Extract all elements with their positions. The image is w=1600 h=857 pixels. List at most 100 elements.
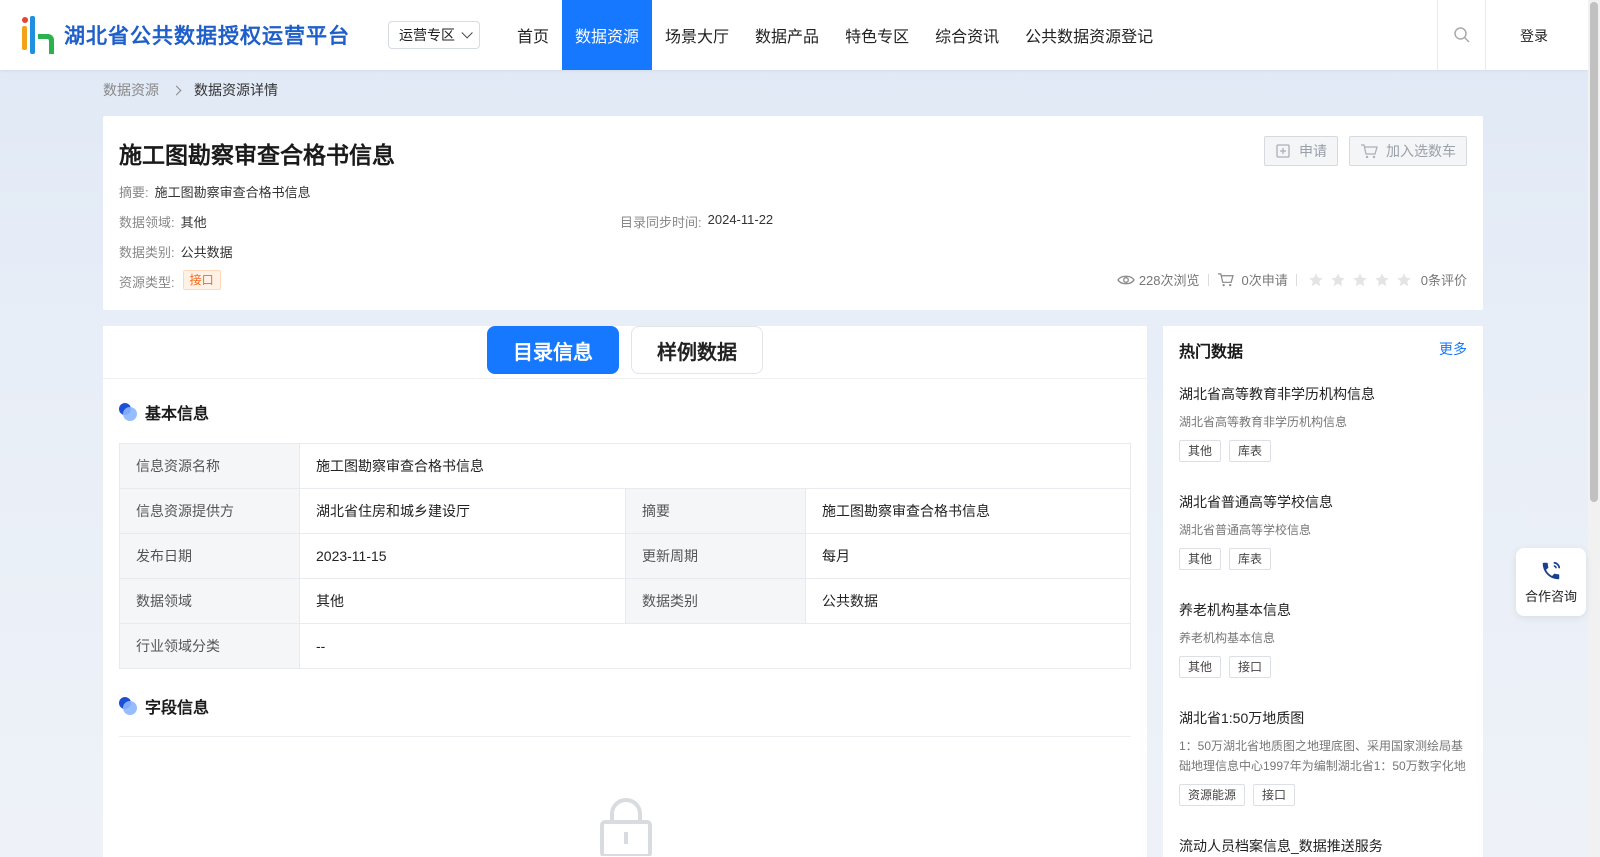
consult-label: 合作咨询 [1524, 588, 1577, 604]
table-key: 信息资源名称 [119, 443, 300, 489]
category-label: 数据类别: [119, 245, 175, 260]
table-key: 摘要 [625, 488, 806, 534]
table-key: 数据领域 [119, 578, 300, 624]
table-value: 2023-11-15 [299, 533, 626, 579]
applies-count: 0次申请 [1241, 273, 1288, 288]
chevron-down-icon [461, 27, 473, 39]
table-row: 发布日期 2023-11-15 更新周期 每月 [119, 533, 1131, 579]
apply-button[interactable]: 申请 [1264, 136, 1338, 166]
list-item[interactable]: 养老机构基本信息 养老机构基本信息 其他 接口 [1179, 600, 1467, 678]
table-value: 公共数据 [805, 578, 1131, 624]
add-to-cart-button[interactable]: 加入选数车 [1349, 136, 1467, 166]
table-row: 数据领域 其他 数据类别 公共数据 [119, 578, 1131, 624]
tag: 资源能源 [1179, 784, 1246, 806]
tag: 库表 [1229, 548, 1272, 570]
tab-sample-data[interactable]: 样例数据 [631, 326, 763, 374]
nav-item-news[interactable]: 综合资讯 [922, 0, 1012, 70]
type-row: 资源类型: 接口 [119, 270, 221, 291]
more-link[interactable]: 更多 [1439, 339, 1467, 359]
page-title: 施工图勘察审查合格书信息 [119, 142, 395, 168]
nav-item-scene-hall[interactable]: 场景大厅 [652, 0, 742, 70]
login-link[interactable]: 登录 [1520, 26, 1548, 46]
breadcrumb-current: 数据资源详情 [194, 82, 278, 98]
tab-bar: 目录信息 样例数据 [103, 326, 1147, 379]
hot-item-desc: 1：50万湖北省地质图之地理底图、采用国家测绘局基础地理信息中心1997年为编制… [1179, 739, 1466, 773]
consult-button[interactable]: 合作咨询 [1516, 548, 1586, 616]
hot-item-name[interactable]: 养老机构基本信息 [1179, 600, 1467, 620]
star-icon[interactable] [1352, 272, 1368, 288]
hot-item-tags: 资源能源 接口 [1179, 784, 1467, 806]
table-value: -- [299, 623, 1131, 669]
scrollbar-thumb[interactable] [1590, 2, 1598, 502]
nav-item-data-resources[interactable]: 数据资源 [562, 0, 653, 70]
summary-label: 摘要: [119, 185, 149, 200]
table-value: 每月 [805, 533, 1131, 579]
tag: 其他 [1179, 656, 1222, 678]
table-row: 行业领域分类 -- [119, 623, 1131, 669]
type-badge: 接口 [182, 270, 221, 290]
hot-item-name[interactable]: 湖北省高等教育非学历机构信息 [1179, 384, 1467, 404]
table-row: 信息资源名称 施工图勘察审查合格书信息 [119, 443, 1131, 489]
table-value: 湖北省住房和城乡建设厅 [299, 488, 626, 534]
star-icon[interactable] [1330, 272, 1346, 288]
breadcrumb: 数据资源 数据资源详情 [103, 80, 278, 100]
table-value: 其他 [299, 578, 626, 624]
sync-time-row: 目录同步时间: 2024-11-22 [620, 212, 773, 231]
hot-item-tags: 其他 库表 [1179, 440, 1467, 462]
list-item[interactable]: 湖北省1:50万地质图 1：50万湖北省地质图之地理底图、采用国家测绘局基础地理… [1179, 708, 1467, 806]
tag: 接口 [1229, 656, 1272, 678]
search-button[interactable] [1437, 0, 1486, 70]
table-key: 更新周期 [625, 533, 806, 579]
page-scrollbar[interactable] [1588, 0, 1600, 857]
nav-item-data-products[interactable]: 数据产品 [742, 0, 832, 70]
field-info-title: 字段信息 [145, 700, 210, 717]
sync-time-label: 目录同步时间: [620, 215, 702, 230]
star-icon[interactable] [1308, 272, 1324, 288]
reviews-count: 0条评价 [1420, 273, 1467, 288]
tag: 其他 [1179, 548, 1222, 570]
nav-item-featured[interactable]: 特色专区 [832, 0, 922, 70]
hot-item-desc: 养老机构基本信息 [1179, 631, 1276, 645]
apply-icon [1276, 144, 1290, 158]
domain-value: 其他 [180, 215, 207, 230]
list-item[interactable]: 流动人员档案信息_数据推送服务 [1179, 836, 1467, 856]
section-divider [119, 736, 1131, 737]
stats-bar: 228次浏览 0次申请 0条评价 [1117, 270, 1467, 289]
table-key: 数据类别 [625, 578, 806, 624]
list-item[interactable]: 湖北省高等教育非学历机构信息 湖北省高等教育非学历机构信息 其他 库表 [1179, 384, 1467, 462]
list-item[interactable]: 湖北省普通高等学校信息 湖北省普通高等学校信息 其他 库表 [1179, 492, 1467, 570]
table-key: 行业领域分类 [119, 623, 300, 669]
hot-item-name[interactable]: 湖北省1:50万地质图 [1179, 708, 1467, 728]
site-title: 湖北省公共数据授权运营平台 [64, 25, 350, 48]
hot-item-tags: 其他 库表 [1179, 548, 1467, 570]
table-key: 发布日期 [119, 533, 300, 579]
cart-icon [1217, 273, 1234, 287]
site-logo[interactable]: 湖北省公共数据授权运营平台 [16, 12, 356, 58]
search-icon [1453, 27, 1470, 43]
tab-catalog-info[interactable]: 目录信息 [487, 326, 619, 374]
tag: 其他 [1179, 440, 1222, 462]
hot-item-name[interactable]: 流动人员档案信息_数据推送服务 [1179, 836, 1467, 856]
basic-info-heading: 基本信息 [119, 400, 209, 424]
table-key: 信息资源提供方 [119, 488, 300, 534]
basic-info-title: 基本信息 [145, 406, 210, 423]
nav-item-home[interactable]: 首页 [504, 0, 562, 70]
section-bullet-icon [119, 403, 137, 421]
hot-item-name[interactable]: 湖北省普通高等学校信息 [1179, 492, 1467, 512]
region-select[interactable]: 运营专区 [388, 21, 480, 49]
table-value: 施工图勘察审查合格书信息 [805, 488, 1131, 534]
hot-data-panel: 热门数据 更多 湖北省高等教育非学历机构信息 湖北省高等教育非学历机构信息 其他… [1163, 326, 1483, 857]
domain-label: 数据领域: [119, 215, 175, 230]
type-label: 资源类型: [119, 275, 175, 290]
star-icon[interactable] [1396, 272, 1412, 288]
logo-mark-icon [22, 16, 54, 54]
lock-icon [600, 798, 652, 856]
star-icon[interactable] [1374, 272, 1390, 288]
tag: 库表 [1229, 440, 1272, 462]
eye-icon [1117, 275, 1135, 284]
resource-detail-card: 施工图勘察审查合格书信息 申请 加入选数车 摘要: 施工图勘察审查合格书信息 数… [103, 116, 1483, 310]
cart-icon [1361, 144, 1378, 159]
nav-item-registration[interactable]: 公共数据资源登记 [1012, 0, 1166, 70]
divider [1295, 273, 1297, 286]
breadcrumb-parent[interactable]: 数据资源 [103, 80, 159, 100]
